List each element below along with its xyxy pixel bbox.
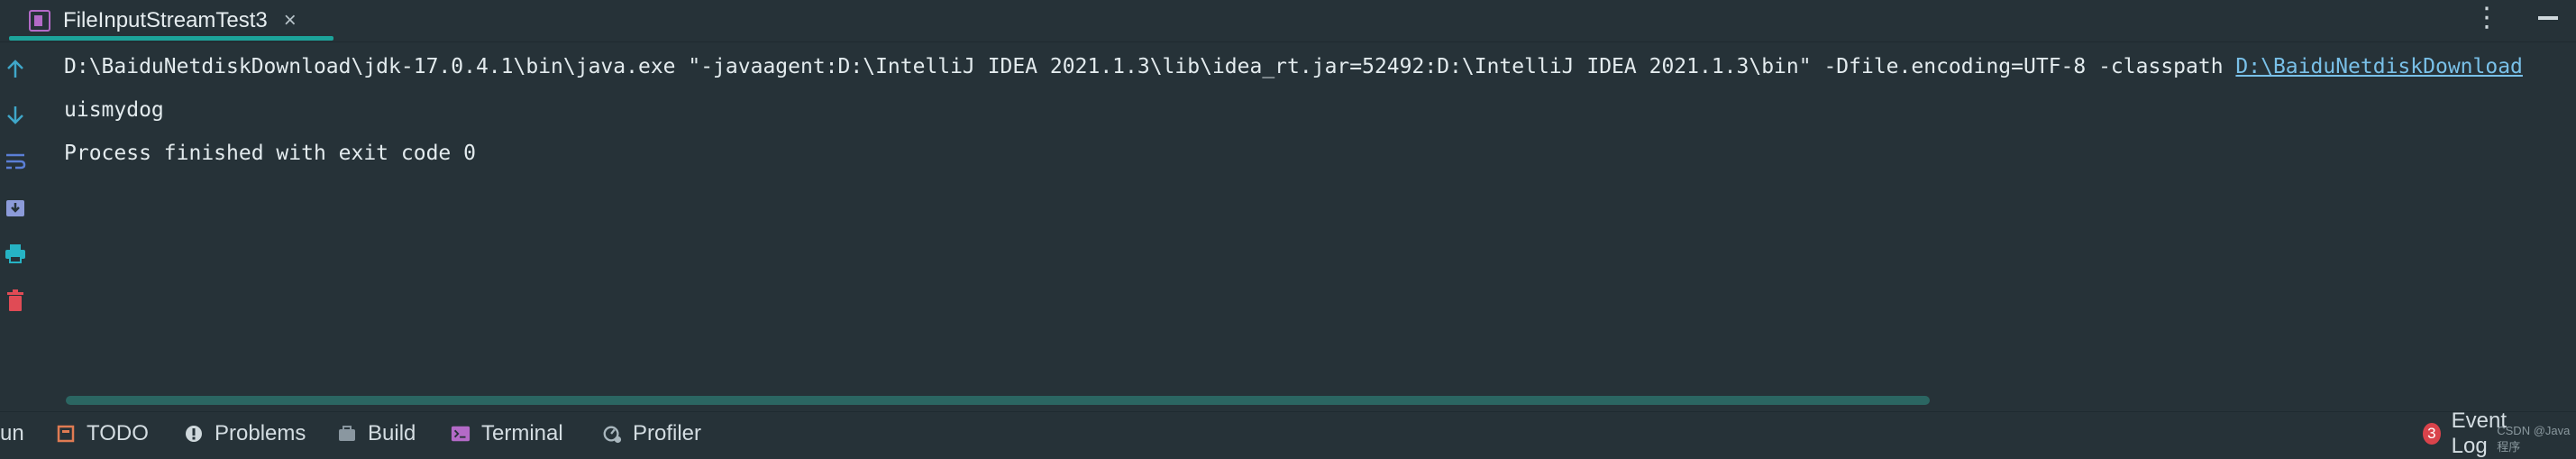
profiler-label: Profiler [633, 420, 702, 445]
console-line-output: uismydog [64, 98, 164, 122]
tab-label: FileInputStreamTest3 [63, 8, 268, 32]
build-icon [337, 424, 357, 444]
active-tab-indicator [9, 36, 333, 41]
print-icon[interactable] [4, 242, 27, 265]
more-options-icon[interactable]: ⋮ [2473, 5, 2500, 32]
tab-todo[interactable]: TODO [56, 412, 149, 454]
java-class-icon [29, 10, 50, 32]
arrow-up-icon[interactable] [4, 58, 27, 81]
tab-run[interactable]: un [0, 412, 24, 454]
window-controls: ⋮ [2473, 0, 2558, 36]
tab-terminal[interactable]: Terminal [451, 412, 563, 454]
problems-label: Problems [215, 420, 306, 445]
trash-icon[interactable] [4, 289, 27, 312]
event-count-badge: 3 [2423, 422, 2441, 445]
classpath-link[interactable]: D:\BaiduNetdiskDownload [2235, 55, 2523, 78]
tab-event-log[interactable]: 3 Event Log CSDN @Java程序 [2423, 409, 2576, 458]
tab-build[interactable]: Build [337, 412, 416, 454]
terminal-label: Terminal [481, 420, 563, 445]
tab-problems[interactable]: Problems [184, 412, 306, 454]
terminal-icon [451, 424, 470, 444]
close-icon[interactable]: × [284, 8, 297, 33]
horizontal-scrollbar[interactable] [66, 396, 1930, 405]
tool-window-bar: un TODO Problems Build Terminal Profiler… [0, 409, 2576, 458]
soft-wrap-icon[interactable] [4, 150, 27, 173]
profiler-icon [602, 424, 622, 444]
watermark-text: CSDN @Java程序 [2497, 423, 2571, 454]
tab-profiler[interactable]: Profiler [602, 412, 701, 454]
scroll-to-end-icon[interactable] [4, 197, 27, 220]
arrow-down-icon[interactable] [4, 103, 27, 126]
todo-icon [56, 424, 76, 444]
editor-tab-bar: FileInputStreamTest3 × ⋮ [0, 0, 2576, 42]
console-line-command: D:\BaiduNetdiskDownload\jdk-17.0.4.1\bin… [64, 49, 2558, 92]
problems-icon [184, 424, 204, 444]
todo-label: TODO [87, 420, 149, 445]
console-output[interactable]: D:\BaiduNetdiskDownload\jdk-17.0.4.1\bin… [64, 49, 2558, 179]
minimize-icon[interactable] [2538, 16, 2558, 20]
console-line-exit: Process finished with exit code 0 [64, 142, 476, 165]
console-gutter [0, 41, 36, 402]
build-label: Build [368, 420, 416, 445]
run-label: un [0, 420, 24, 445]
command-text: D:\BaiduNetdiskDownload\jdk-17.0.4.1\bin… [64, 55, 2236, 78]
